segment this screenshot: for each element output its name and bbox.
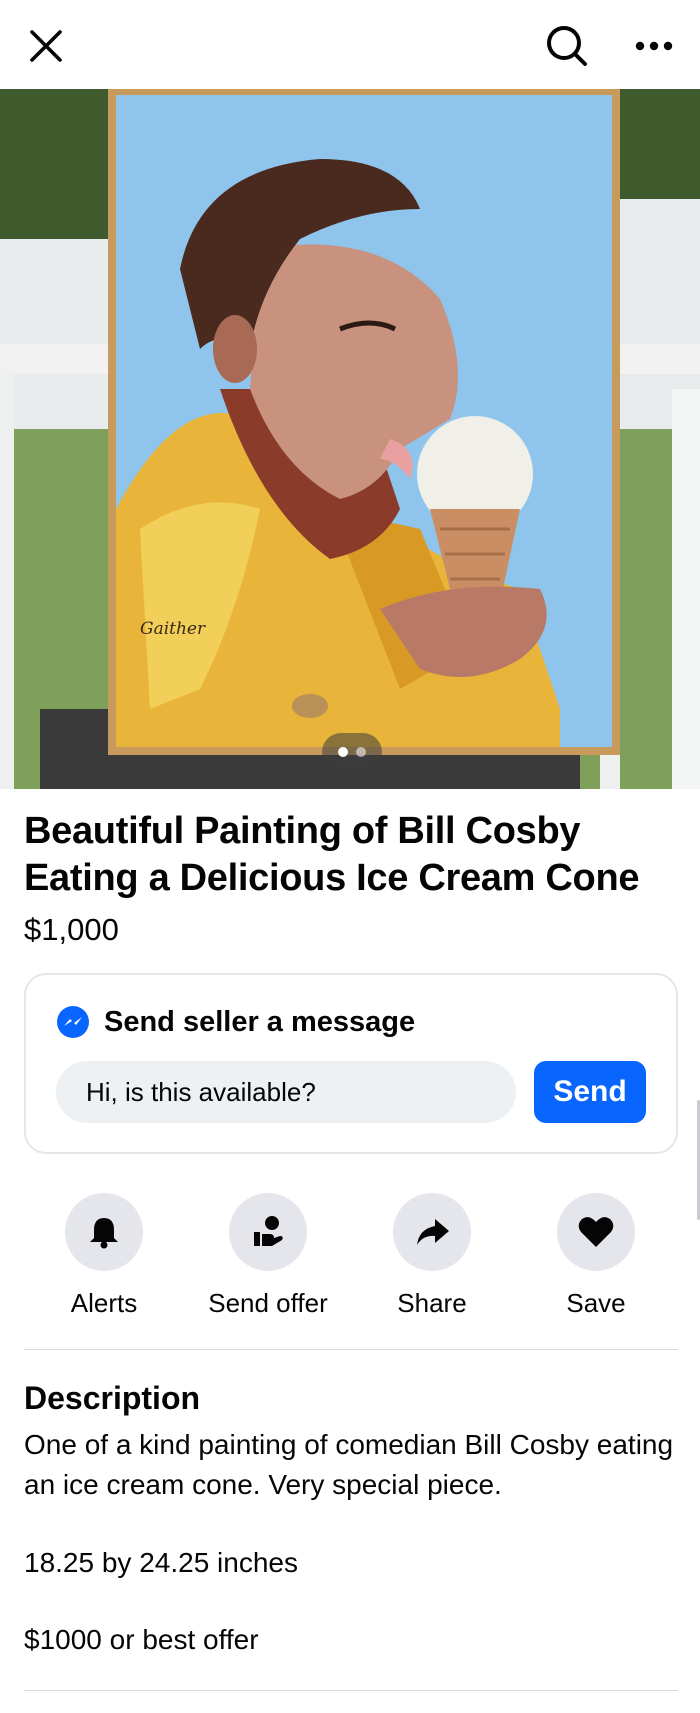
send-button[interactable]: Send (534, 1061, 646, 1123)
message-seller-card: Send seller a message Hi, is this availa… (24, 973, 678, 1154)
search-button[interactable] (535, 14, 599, 78)
send-offer-button[interactable]: Send offer (188, 1193, 348, 1319)
offer-hand-icon (254, 1216, 283, 1246)
close-icon (30, 30, 62, 62)
divider (24, 1349, 678, 1350)
listing-price: $1,000 (24, 912, 119, 947)
heart-icon (578, 1217, 614, 1247)
alerts-button[interactable]: Alerts (24, 1193, 184, 1319)
pager-dot-1[interactable] (338, 747, 348, 757)
top-bar (0, 0, 700, 89)
send-offer-label: Send offer (208, 1288, 328, 1318)
action-row: Alerts Send offer Share Save (24, 1193, 678, 1323)
message-heading: Send seller a message (104, 1005, 416, 1038)
photo-pager[interactable] (322, 733, 382, 771)
bell-icon (90, 1218, 118, 1249)
more-options-button[interactable] (622, 14, 686, 78)
send-offer-circle[interactable] (229, 1193, 307, 1271)
close-button[interactable] (14, 14, 78, 78)
share-label: Share (397, 1288, 467, 1318)
more-dots-icon (635, 41, 673, 51)
share-circle[interactable] (393, 1193, 471, 1271)
save-label: Save (566, 1288, 626, 1318)
message-input[interactable]: Hi, is this available? (56, 1061, 516, 1123)
description-heading: Description (24, 1380, 201, 1416)
messenger-icon (57, 1006, 89, 1038)
save-circle[interactable] (557, 1193, 635, 1271)
description-offer: $1000 or best offer (24, 1624, 259, 1655)
alerts-circle[interactable] (65, 1193, 143, 1271)
painting-image: Gaither (0, 89, 700, 789)
message-heading-row: Send seller a message (56, 1005, 415, 1039)
search-icon (547, 26, 587, 66)
share-arrow-icon (417, 1219, 449, 1245)
save-button[interactable]: Save (516, 1193, 676, 1319)
description-size: 18.25 by 24.25 inches (24, 1547, 298, 1578)
pager-dot-2[interactable] (356, 747, 366, 757)
bottom-divider (24, 1690, 678, 1691)
listing-photo[interactable]: Gaither (0, 89, 700, 789)
listing-title: Beautiful Painting of Bill Cosby Eating … (24, 810, 640, 899)
alerts-label: Alerts (70, 1288, 138, 1318)
signature-text: Gaither (140, 619, 206, 639)
description-text: One of a kind painting of comedian Bill … (24, 1429, 674, 1500)
share-button[interactable]: Share (352, 1193, 512, 1319)
